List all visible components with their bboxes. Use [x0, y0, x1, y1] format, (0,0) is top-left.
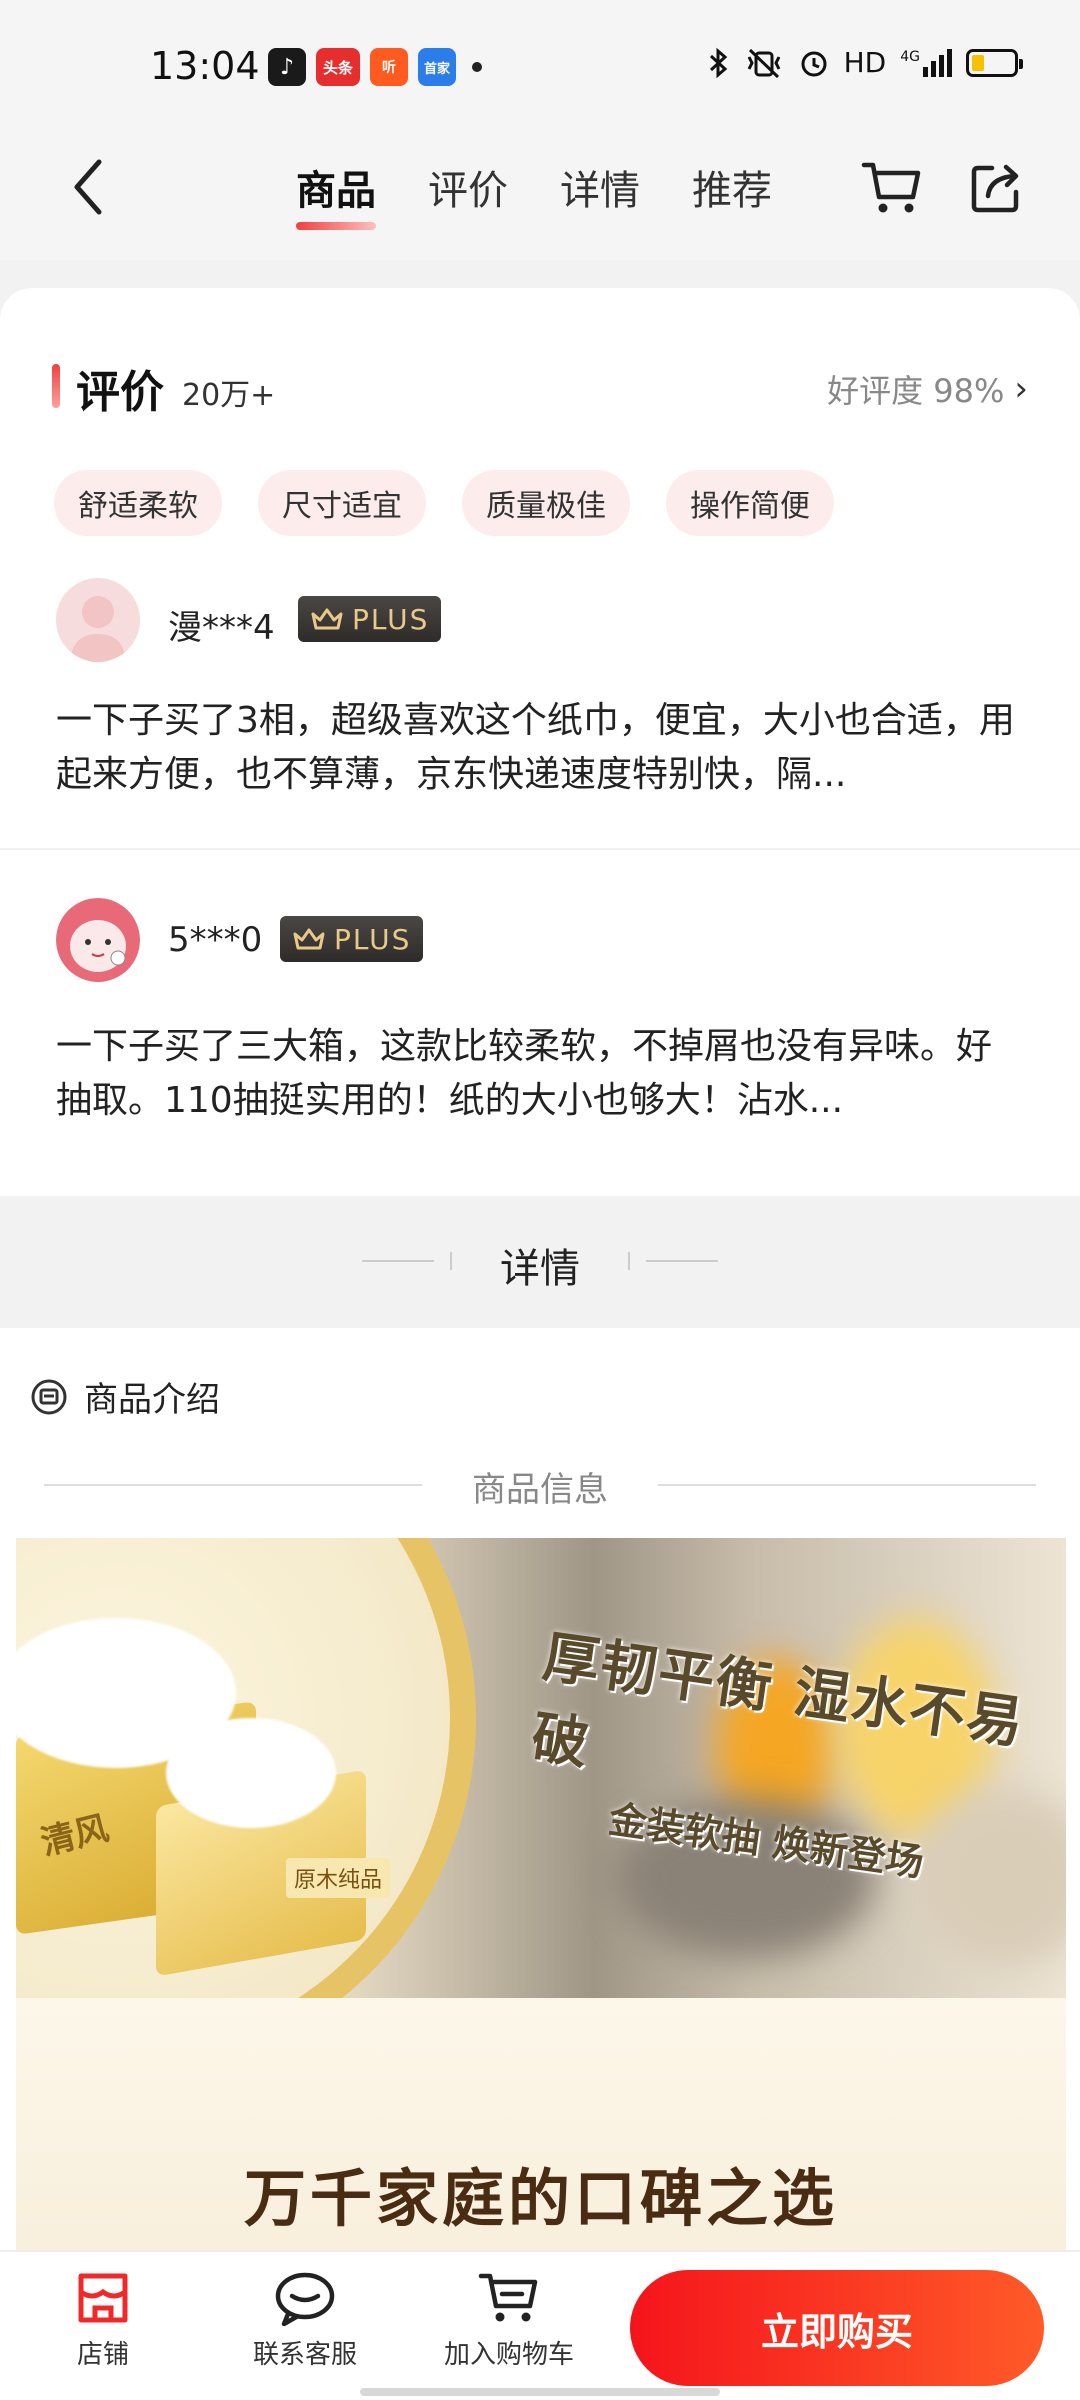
- section-accent-bar: [52, 364, 60, 408]
- chevron-left-icon: [74, 159, 102, 215]
- bluetooth-icon: [709, 47, 727, 78]
- details-title: 详情: [500, 1246, 580, 1292]
- review-tag[interactable]: 质量极佳: [462, 470, 630, 536]
- more-notifications-dot: [472, 62, 482, 72]
- positive-rate: 好评度 98%: [827, 372, 1005, 410]
- store-label: 店铺: [76, 2340, 129, 2370]
- share-icon: [971, 164, 1019, 213]
- battery-icon: [966, 48, 1023, 77]
- alarm-icon: [801, 51, 827, 76]
- cart-button[interactable]: [856, 152, 928, 224]
- share-button[interactable]: [960, 152, 1032, 224]
- network-indicator: 4G: [900, 48, 952, 77]
- crown-icon: [293, 928, 325, 950]
- chevron-right-icon: ›: [1014, 369, 1028, 409]
- tiktok-icon: ♪: [268, 48, 306, 86]
- customer-service-label: 联系客服: [252, 2340, 357, 2370]
- cartoon-avatar-icon: [56, 898, 140, 982]
- review-text: 一下子买了3相，超级喜欢这个纸巾，便宜，大小也合适，用起来方便，也不算薄，京东快…: [56, 700, 1015, 795]
- ting-icon: 听: [370, 48, 408, 86]
- product-info-label: 商品信息: [472, 1470, 608, 1510]
- reviews-card: 评价 20万+ 好评度 98% › 舒适柔软 尺寸适宜 质量极佳 操作简便 漫*…: [0, 288, 1080, 1196]
- status-bar: 13:04 ♪ 头条 听 首家 HD 4G: [0, 0, 1080, 130]
- default-avatar-icon: [70, 596, 126, 662]
- reviewer-name: 漫***4: [168, 608, 275, 648]
- shoujia-icon: 首家: [418, 48, 456, 86]
- review-item[interactable]: 5***0 PLUS 一下子买了三大箱，这款比较柔软，不掉屑也没有异味。好抽取。…: [0, 852, 1080, 1182]
- product-intro-header: 商品介绍: [30, 1372, 220, 1421]
- review-item[interactable]: 漫***4 PLUS 一下子买了3相，超级喜欢这个纸巾，便宜，大小也合适，用起来…: [0, 578, 1080, 850]
- top-nav-bar: 商品 评价 详情 推荐: [0, 130, 1080, 260]
- home-indicator[interactable]: [360, 2388, 720, 2396]
- slogan-banner: 万千家庭的口碑之选: [16, 1998, 1066, 2250]
- store-button[interactable]: 店铺: [18, 2270, 188, 2371]
- intro-icon: [31, 1379, 67, 1414]
- review-tags: 舒适柔软 尺寸适宜 质量极佳 操作简便: [54, 470, 834, 536]
- reviews-title: 评价: [76, 367, 164, 418]
- vibrate-mute-icon: [747, 48, 780, 78]
- notification-icons: ♪ 头条 听 首家: [268, 48, 482, 86]
- add-to-cart-label: 加入购物车: [443, 2340, 574, 2370]
- store-icon: [78, 2273, 128, 2323]
- hd-indicator: HD: [843, 46, 887, 79]
- tab-product[interactable]: 商品: [296, 158, 376, 230]
- divider-tick: [628, 1252, 630, 1270]
- cart-icon: [861, 162, 921, 213]
- review-tag[interactable]: 舒适柔软: [54, 470, 222, 536]
- product-intro-title: 商品介绍: [84, 1380, 220, 1420]
- divider-line: [646, 1260, 718, 1262]
- bottom-action-bar: 店铺 联系客服 加入购物车 立即购买: [0, 2250, 1080, 2400]
- product-tabs: 商品 评价 详情 推荐: [296, 158, 772, 230]
- crown-icon: [311, 608, 343, 630]
- customer-service-icon: [275, 2272, 335, 2326]
- avatar: [56, 898, 140, 982]
- info-line-right: [658, 1484, 1036, 1486]
- reviews-count: 20万+: [182, 378, 276, 413]
- buy-now-button[interactable]: 立即购买: [630, 2270, 1044, 2386]
- add-to-cart-button[interactable]: 加入购物车: [424, 2270, 594, 2371]
- plus-badge-label: PLUS: [352, 602, 430, 636]
- reviewer-name: 5***0: [168, 920, 263, 960]
- tab-reviews[interactable]: 评价: [428, 158, 508, 228]
- details-divider: 详情: [0, 1196, 1080, 1328]
- box-label: 原木纯品: [286, 1858, 391, 1898]
- plus-badge: PLUS: [298, 596, 442, 642]
- product-info-heading: 商品信息: [44, 1454, 1036, 1514]
- product-intro-section: 商品介绍 商品信息 清风 原木纯品 厚韧平衡 湿水不易破 金装软抽 焕新登场 万…: [0, 1328, 1080, 2250]
- tab-recommend[interactable]: 推荐: [692, 158, 772, 228]
- tab-details[interactable]: 详情: [560, 158, 640, 228]
- slogan-text: 万千家庭的口碑之选: [243, 2162, 838, 2235]
- avatar: [56, 578, 140, 662]
- back-button[interactable]: [58, 152, 118, 222]
- status-time: 13:04: [150, 44, 260, 88]
- review-text: 一下子买了三大箱，这款比较柔软，不掉屑也没有异味。好抽取。110抽挺实用的！纸的…: [56, 1026, 993, 1121]
- cart-icon: [478, 2273, 538, 2322]
- positive-rate-link[interactable]: 好评度 98% ›: [827, 366, 1028, 412]
- system-icons: HD 4G: [708, 46, 1023, 79]
- customer-service-button[interactable]: 联系客服: [220, 2270, 390, 2371]
- review-tag[interactable]: 尺寸适宜: [258, 470, 426, 536]
- plus-badge: PLUS: [280, 916, 424, 962]
- plus-badge-label: PLUS: [334, 922, 412, 956]
- review-tag[interactable]: 操作简便: [666, 470, 834, 536]
- toutiao-icon: 头条: [316, 48, 360, 86]
- product-banner-image: 清风 原木纯品 厚韧平衡 湿水不易破 金装软抽 焕新登场: [16, 1538, 1066, 1998]
